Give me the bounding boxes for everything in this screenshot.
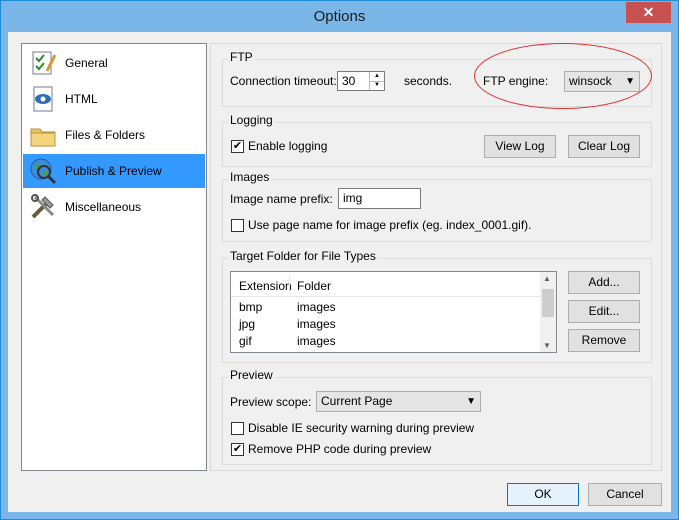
use-page-name-checkbox[interactable]	[231, 219, 244, 232]
table-row-folder[interactable]: images	[297, 317, 336, 331]
preview-scope-value: Current Page	[321, 394, 393, 408]
sidebar-item-label: Files & Folders	[65, 128, 146, 142]
sidebar-item-publish-preview[interactable]: Publish & Preview	[23, 154, 205, 188]
sidebar-item-label: General	[65, 56, 108, 70]
enable-logging-label: Enable logging	[248, 139, 328, 153]
clear-log-button[interactable]: Clear Log	[568, 135, 640, 158]
column-header-folder[interactable]: Folder	[297, 279, 331, 293]
images-group: Images Image name prefix: img Use page n…	[222, 170, 652, 242]
remove-button[interactable]: Remove	[568, 329, 640, 352]
add-button[interactable]: Add...	[568, 271, 640, 294]
connection-timeout-value: 30	[342, 74, 356, 88]
preview-scope-dropdown[interactable]: Current Page ▼	[316, 391, 481, 412]
sidebar-item-general[interactable]: General	[23, 46, 205, 80]
table-row-extension[interactable]: bmp	[239, 300, 262, 314]
close-icon: ✕	[642, 4, 655, 20]
sidebar-item-label: HTML	[65, 92, 98, 106]
enable-logging-checkbox[interactable]: ✔	[231, 140, 244, 153]
preview-scope-label: Preview scope:	[230, 395, 312, 409]
image-prefix-label: Image name prefix:	[230, 192, 333, 206]
disable-ie-warning-label: Disable IE security warning during previ…	[248, 421, 475, 435]
cancel-button[interactable]: Cancel	[588, 483, 662, 506]
use-page-name-label: Use page name for image prefix (eg. inde…	[248, 218, 532, 232]
publish-preview-panel: FTP Connection timeout: 30 ▲ ▼ seconds. …	[210, 43, 662, 471]
remove-php-checkbox[interactable]: ✔	[231, 443, 244, 456]
table-row-extension[interactable]: jpg	[239, 317, 255, 331]
window-title: Options	[313, 8, 366, 25]
logging-group-title: Logging	[228, 113, 275, 127]
image-prefix-input[interactable]: img	[338, 188, 421, 209]
view-log-button[interactable]: View Log	[484, 135, 556, 158]
list-scrollbar[interactable]: ▲ ▼	[540, 272, 556, 352]
table-row-extension[interactable]: gif	[239, 334, 252, 348]
scroll-up-icon[interactable]: ▲	[543, 274, 551, 283]
ftp-group-title: FTP	[228, 50, 255, 64]
image-prefix-value: img	[343, 191, 363, 205]
table-row-folder[interactable]: images	[297, 334, 336, 348]
globe-magnifier-icon	[30, 158, 57, 185]
checkmark-icon: ✔	[232, 140, 243, 152]
scroll-thumb[interactable]	[542, 289, 554, 317]
seconds-label: seconds.	[404, 74, 453, 88]
html-document-icon	[33, 86, 53, 112]
ok-button[interactable]: OK	[507, 483, 579, 506]
target-folder-group-title: Target Folder for File Types	[228, 249, 378, 263]
file-type-list[interactable]: Extension Folder bmp images jpg images g…	[230, 271, 557, 353]
chevron-down-icon: ▼	[466, 396, 476, 407]
options-window: Options ✕ General HTML Files & Folders P…	[0, 0, 679, 520]
images-group-title: Images	[228, 170, 272, 184]
tools-icon	[31, 194, 55, 219]
logging-group: Logging ✔ Enable logging View Log Clear …	[222, 113, 652, 167]
sidebar-item-files-folders[interactable]: Files & Folders	[23, 118, 205, 152]
general-checklist-icon	[32, 51, 57, 75]
preview-group-title: Preview	[228, 368, 275, 382]
sidebar-item-miscellaneous[interactable]: Miscellaneous	[23, 190, 205, 224]
title-bar[interactable]: Options ✕	[1, 1, 678, 32]
connection-timeout-label: Connection timeout:	[230, 74, 337, 88]
target-folder-group: Target Folder for File Types Extension F…	[222, 249, 652, 363]
edit-button[interactable]: Edit...	[568, 300, 640, 323]
sidebar-item-html[interactable]: HTML	[23, 82, 205, 116]
scroll-down-icon[interactable]: ▼	[543, 341, 551, 350]
dialog-client: General HTML Files & Folders Publish & P…	[8, 32, 671, 512]
spin-down-icon[interactable]: ▼	[369, 81, 384, 90]
annotation-ellipse	[474, 43, 652, 109]
category-list: General HTML Files & Folders Publish & P…	[21, 43, 207, 471]
column-header-extension[interactable]: Extension	[239, 279, 292, 293]
sidebar-item-label: Miscellaneous	[65, 200, 142, 214]
sidebar-item-label: Publish & Preview	[65, 164, 162, 178]
disable-ie-warning-checkbox[interactable]	[231, 422, 244, 435]
connection-timeout-spinner[interactable]: 30 ▲ ▼	[337, 71, 385, 91]
header-divider	[231, 296, 540, 297]
remove-php-label: Remove PHP code during preview	[248, 442, 432, 456]
close-button[interactable]: ✕	[626, 2, 671, 23]
column-divider	[289, 275, 290, 293]
preview-group: Preview Preview scope: Current Page ▼ Di…	[222, 368, 652, 465]
table-row-folder[interactable]: images	[297, 300, 336, 314]
folder-icon	[30, 128, 56, 147]
checkmark-icon: ✔	[232, 443, 243, 455]
